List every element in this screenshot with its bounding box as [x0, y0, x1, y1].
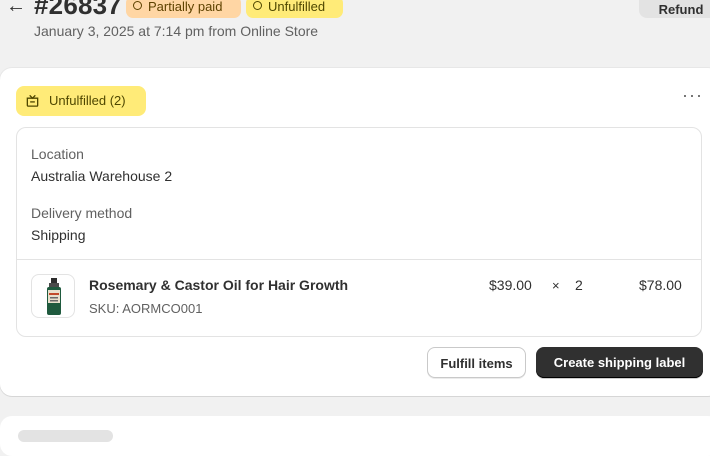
fulfillment-status-label: Unfulfilled [268, 0, 326, 14]
unit-price: $39.00 [489, 277, 532, 293]
create-shipping-label-button[interactable]: Create shipping label [536, 347, 703, 378]
payment-status-badge: Partially paid [126, 0, 241, 18]
order-date: January 3, 2025 at 7:14 pm from Online S… [34, 23, 319, 39]
unfulfilled-status-label: Unfulfilled (2) [49, 93, 126, 108]
line-total: $78.00 [639, 277, 682, 293]
unfulfilled-status-pill: Unfulfilled (2) [16, 86, 146, 116]
fulfill-items-button[interactable]: Fulfill items [427, 347, 526, 378]
fulfillment-status-badge: Unfulfilled [246, 0, 343, 18]
package-icon [26, 94, 39, 107]
delivery-method-label: Delivery method [31, 205, 133, 221]
next-card-badge [18, 430, 113, 442]
product-name-link[interactable]: Rosemary & Castor Oil for Hair Growth [89, 277, 348, 293]
empty-circle-icon [253, 1, 262, 10]
order-title: #26837 [34, 0, 122, 20]
multiply-icon: × [552, 278, 560, 293]
product-thumbnail [31, 274, 75, 318]
location-label: Location [31, 146, 84, 162]
delivery-method-value: Shipping [31, 227, 86, 243]
product-sku: SKU: AORMCO001 [89, 301, 203, 316]
divider [16, 259, 702, 260]
quantity: 2 [575, 277, 583, 293]
product-bottle-image [47, 278, 61, 315]
refund-button[interactable]: Refund [639, 0, 710, 18]
arrow-left-icon[interactable]: ← [6, 0, 26, 16]
ellipsis-icon[interactable]: ··· [682, 86, 702, 108]
payment-status-label: Partially paid [148, 0, 223, 14]
partial-circle-icon [133, 1, 142, 10]
location-value: Australia Warehouse 2 [31, 168, 173, 184]
